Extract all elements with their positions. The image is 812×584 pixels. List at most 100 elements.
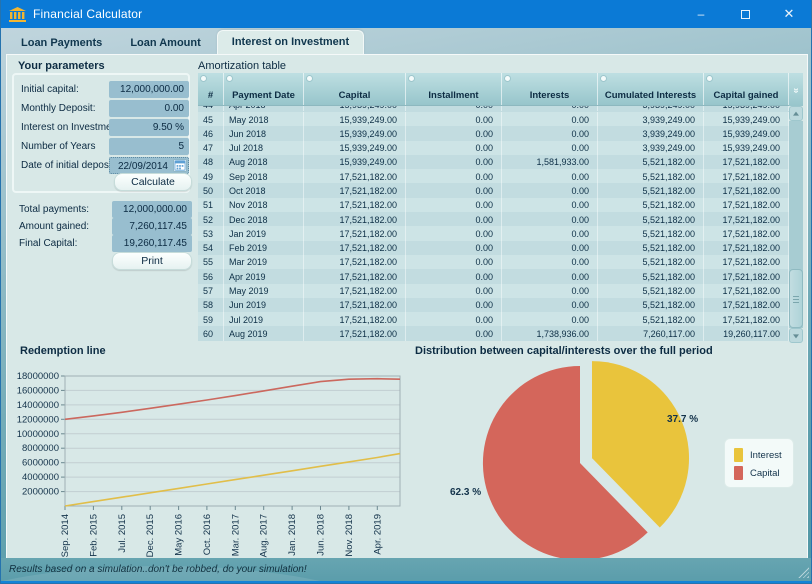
table-row[interactable]: 53Jan 201917,521,182.000.000.005,521,182…: [198, 226, 789, 240]
parameters-section-title: Your parameters: [18, 60, 105, 72]
table-row[interactable]: 50Oct 201817,521,182.000.000.005,521,182…: [198, 183, 789, 197]
parameters-groupbox: Initial capital:12,000,000.00Monthly Dep…: [12, 73, 190, 193]
column-options-icon: »: [791, 88, 802, 92]
scrollbar-thumb[interactable]: [789, 269, 803, 328]
cell-number: 15,939,249.00: [304, 112, 406, 126]
cell-text: Jun 2019: [224, 298, 304, 312]
cell-number: 17,521,182.00: [304, 312, 406, 326]
tab-interest-on-investment[interactable]: Interest on Investment: [217, 30, 364, 55]
table-row[interactable]: 51Nov 201817,521,182.000.000.005,521,182…: [198, 198, 789, 212]
result-row: Amount gained:7,260,117.45: [19, 218, 192, 235]
svg-text:May 2016: May 2016: [174, 514, 185, 556]
table-row[interactable]: 59Jul 201917,521,182.000.000.005,521,182…: [198, 312, 789, 326]
tab-loan-payments[interactable]: Loan Payments: [9, 33, 114, 55]
cell-number: 17,521,182.00: [304, 255, 406, 269]
column-header-payment-date[interactable]: Payment Date: [224, 73, 304, 105]
cell-number: 15,939,249.00: [704, 106, 789, 111]
cell-number: 5,521,182.00: [598, 298, 704, 312]
table-row[interactable]: 49Sep 201817,521,182.000.000.005,521,182…: [198, 169, 789, 183]
table-row[interactable]: 57May 201917,521,182.000.000.005,521,182…: [198, 284, 789, 298]
cell-text: 48: [198, 155, 224, 169]
column-header--[interactable]: #: [198, 73, 224, 105]
table-row[interactable]: 54Feb 201917,521,182.000.000.005,521,182…: [198, 241, 789, 255]
cell-text: Aug 2019: [224, 326, 304, 340]
distribution-pie-chart: [407, 351, 697, 561]
redemption-line-chart: 2000000400000060000008000000100000001200…: [17, 362, 412, 560]
param-label: Initial capital:: [21, 84, 79, 95]
line-chart-title: Redemption line: [20, 345, 106, 357]
column-header-label: #: [208, 90, 213, 101]
cell-number: 17,521,182.00: [304, 183, 406, 197]
param-field[interactable]: 9.50 %: [109, 119, 189, 136]
table-row[interactable]: 47Jul 201815,939,249.000.000.003,939,249…: [198, 141, 789, 155]
column-header-capital[interactable]: Capital: [304, 73, 406, 105]
param-label: Number of Years: [21, 141, 96, 152]
column-header-cumulated-interests[interactable]: Cumulated Interests: [598, 73, 704, 105]
table-row[interactable]: 45May 201815,939,249.000.000.003,939,249…: [198, 112, 789, 126]
cell-number: 0.00: [406, 155, 502, 169]
cell-text: 45: [198, 112, 224, 126]
svg-text:Dec. 2015: Dec. 2015: [145, 514, 156, 557]
cell-number: 5,521,182.00: [598, 241, 704, 255]
param-field[interactable]: 0.00: [109, 100, 189, 117]
cell-number: 19,260,117.00: [704, 326, 789, 340]
table-row[interactable]: 44Apr 201815,939,249.000.000.003,939,249…: [198, 106, 789, 111]
close-button[interactable]: ✕: [767, 0, 811, 28]
calculate-button[interactable]: Calculate: [114, 173, 192, 191]
column-marker-icon: [504, 75, 511, 82]
cell-number: 17,521,182.00: [704, 298, 789, 312]
legend-swatch-icon: [734, 448, 743, 462]
resize-grip-icon[interactable]: [798, 567, 809, 578]
cell-number: 0.00: [406, 298, 502, 312]
legend-item-capital: Capital: [734, 464, 793, 482]
param-field[interactable]: 5: [109, 138, 189, 155]
cell-number: 17,521,182.00: [704, 241, 789, 255]
minimize-button[interactable]: –: [679, 0, 723, 28]
column-header-capital-gained[interactable]: Capital gained: [704, 73, 789, 105]
result-row: Total payments:12,000,000.00: [19, 201, 192, 218]
cell-text: Sep 2018: [224, 169, 304, 183]
param-field[interactable]: 12,000,000.00: [109, 81, 189, 98]
column-marker-icon: [200, 75, 207, 82]
cell-number: 0.00: [502, 226, 598, 240]
cell-number: 0.00: [502, 198, 598, 212]
column-header-installment[interactable]: Installment: [406, 73, 502, 105]
cell-text: 58: [198, 298, 224, 312]
print-button[interactable]: Print: [112, 252, 192, 270]
table-row[interactable]: 58Jun 201917,521,182.000.000.005,521,182…: [198, 298, 789, 312]
column-header-label: Installment: [428, 90, 478, 101]
table-row[interactable]: 60Aug 201917,521,182.000.001,738,936.007…: [198, 326, 789, 340]
pie-label-capital: 62.3 %: [450, 487, 481, 498]
svg-text:Mar. 2017: Mar. 2017: [230, 514, 241, 556]
svg-text:14000000: 14000000: [17, 400, 59, 411]
table-row[interactable]: 48Aug 201815,939,249.000.001,581,933.005…: [198, 155, 789, 169]
calendar-button[interactable]: [173, 159, 187, 172]
cell-number: 3,939,249.00: [598, 141, 704, 155]
maximize-button[interactable]: [723, 0, 767, 28]
close-icon: ✕: [784, 6, 795, 22]
column-header-interests[interactable]: Interests: [502, 73, 598, 105]
cell-number: 0.00: [406, 198, 502, 212]
table-row[interactable]: 46Jun 201815,939,249.000.000.003,939,249…: [198, 126, 789, 140]
svg-text:Nov. 2018: Nov. 2018: [344, 514, 355, 557]
pie-legend: InterestCapital: [724, 438, 794, 488]
scroll-up-button[interactable]: [789, 106, 803, 121]
cell-number: 15,939,249.00: [704, 112, 789, 126]
table-row[interactable]: 52Dec 201817,521,182.000.000.005,521,182…: [198, 212, 789, 226]
cell-text: 49: [198, 169, 224, 183]
column-header-label: Interests: [530, 90, 570, 101]
column-options-button[interactable]: »: [789, 73, 803, 106]
table-scrollbar: »: [789, 73, 803, 341]
tab-loan-amount[interactable]: Loan Amount: [118, 33, 212, 55]
svg-text:6000000: 6000000: [22, 458, 59, 469]
cell-text: 51: [198, 198, 224, 212]
column-marker-icon: [306, 75, 313, 82]
table-row[interactable]: 55Mar 201917,521,182.000.000.005,521,182…: [198, 255, 789, 269]
table-row[interactable]: 56Apr 201917,521,182.000.000.005,521,182…: [198, 269, 789, 283]
scrollbar-track[interactable]: [789, 121, 803, 328]
result-field: 12,000,000.00: [112, 201, 192, 218]
cell-number: 17,521,182.00: [304, 326, 406, 340]
legend-item-interest: Interest: [734, 446, 793, 464]
scroll-down-button[interactable]: [789, 328, 803, 343]
cell-number: 17,521,182.00: [304, 212, 406, 226]
